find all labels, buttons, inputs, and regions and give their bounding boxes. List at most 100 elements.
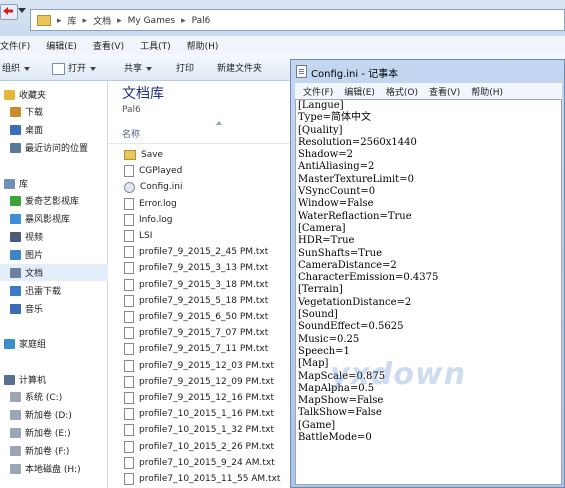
nav-label: 库 — [19, 180, 29, 190]
file-list-item[interactable]: profile7_9_2015_12_16 PM.txt — [124, 390, 274, 406]
nav-favorite-item[interactable]: 最近访问的位置 — [0, 139, 116, 156]
nav-label: 新加卷 (E:) — [25, 429, 71, 439]
file-list-item[interactable]: profile7_10_2015_2_26 PM.txt — [124, 439, 274, 455]
nav-library-item[interactable]: 视频 — [0, 228, 116, 245]
file-list-item[interactable]: profile7_10_2015_1_16 PM.txt — [124, 406, 274, 422]
back-icon[interactable] — [0, 4, 18, 20]
text-file-icon — [124, 262, 134, 275]
nav-label: 暴风影视库 — [25, 215, 71, 225]
nav-homegroup[interactable]: 家庭组 — [0, 335, 110, 352]
nav-library-item[interactable]: 爱奇艺影视库 — [0, 192, 116, 209]
file-name: profile7_10_2015_11_55 AM.txt — [139, 474, 281, 484]
file-list-item[interactable]: profile7_9_2015_6_50 PM.txt — [124, 309, 268, 325]
nav-label: 文档 — [25, 269, 44, 279]
notepad-editor[interactable]: [Langue] Type=简体中文 [Quality] Resolution=256… — [295, 99, 562, 485]
column-header-name[interactable]: 名称 — [122, 127, 140, 140]
text-line: [Map] — [298, 358, 329, 370]
file-list-item[interactable]: Config.ini — [124, 179, 182, 195]
breadcrumb-separator-icon[interactable]: ▸ — [117, 16, 122, 26]
nav-label: 图片 — [25, 251, 44, 261]
nav-label: 下载 — [25, 108, 44, 118]
nav-drive-item[interactable]: 系统 (C:) — [0, 388, 116, 405]
nav-favorite-item[interactable]: 桌面 — [0, 121, 116, 138]
nav-drive-item[interactable]: 本地磁盘 (H:) — [0, 460, 116, 477]
nav-label: 新加卷 (D:) — [25, 411, 72, 421]
nav-library-item[interactable]: 音乐 — [0, 300, 116, 317]
navigation-pane: 收藏夹下载桌面 最近访问的位置库爱奇艺影视库 暴风影视库视频图片文档迅雷下载 音乐家庭… — [0, 81, 116, 488]
address-bar[interactable]: ▸ 库 ▸ 文档 ▸ My Games ▸ Pal6 — [30, 9, 565, 31]
file-list-item[interactable]: profile7_9_2015_7_11 PM.txt — [124, 341, 268, 357]
breadcrumb-separator-icon[interactable]: ▸ — [57, 16, 62, 26]
breadcrumb-item[interactable]: My Games — [128, 16, 175, 26]
file-list-item[interactable]: profile7_9_2015_2_45 PM.txt — [124, 244, 268, 260]
notepad-menu-item[interactable]: 编辑(E) — [344, 85, 375, 98]
file-list-item[interactable]: profile7_9_2015_3_13 PM.txt — [124, 260, 268, 276]
breadcrumb-separator-icon[interactable]: ▸ — [83, 16, 88, 26]
notepad-menu-item[interactable]: 格式(O) — [386, 85, 418, 98]
nav-favorite-item[interactable]: 下载 — [0, 103, 116, 120]
file-list-item[interactable]: Error.log — [124, 196, 177, 212]
nav-favorites[interactable]: 收藏夹 — [0, 86, 110, 103]
notepad-menu-item[interactable]: 文件(F) — [303, 85, 333, 98]
file-name: profile7_9_2015_2_45 PM.txt — [139, 247, 269, 258]
history-dropdown-icon[interactable] — [18, 8, 26, 13]
text-line: [Sound] — [298, 309, 338, 321]
breadcrumb-item[interactable]: 文档 — [93, 14, 111, 27]
text-line: MapScale=0.875 — [298, 370, 386, 382]
organize-button[interactable]: 组织 — [2, 61, 31, 74]
nav-drive-item[interactable]: 新加卷 (F:) — [0, 442, 116, 459]
print-label: 打印 — [176, 64, 195, 74]
sort-up-icon — [216, 121, 222, 125]
nav-drive-item[interactable]: 新加卷 (E:) — [0, 424, 116, 441]
text-file-icon — [124, 359, 134, 372]
nav-libraries[interactable]: 库 — [0, 175, 110, 192]
file-list-item[interactable]: profile7_9_2015_5_18 PM.txt — [124, 293, 268, 309]
text-line: WaterReflaction=True — [298, 210, 412, 222]
section-icon — [4, 178, 15, 189]
nav-library-item[interactable]: 暴风影视库 — [0, 210, 116, 227]
item-icon — [10, 391, 21, 402]
new-folder-button[interactable]: 新建文件夹 — [217, 61, 262, 74]
open-button[interactable]: 打开 — [52, 61, 97, 75]
text-line: BattleMode=0 — [298, 432, 372, 444]
file-list-item[interactable]: profile7_9_2015_7_07 PM.txt — [124, 325, 268, 341]
text-file-icon — [124, 197, 134, 210]
text-line: SunShafts=True — [298, 247, 383, 259]
file-list-item[interactable]: profile7_9_2015_12_03 PM.txt — [124, 358, 274, 374]
nav-library-item[interactable]: 迅雷下载 — [0, 282, 116, 299]
nav-drive-item[interactable]: 新加卷 (D:) — [0, 406, 116, 423]
menu-item[interactable]: 查看(V) — [93, 39, 124, 52]
breadcrumb-item[interactable]: Pal6 — [192, 16, 211, 26]
menu-item[interactable]: 帮助(H) — [187, 39, 219, 52]
breadcrumb-separator-icon[interactable]: ▸ — [181, 16, 186, 26]
breadcrumb-item[interactable]: 库 — [68, 14, 77, 27]
file-name: profile7_9_2015_12_16 PM.txt — [139, 393, 274, 403]
menu-item[interactable]: 工具(T) — [140, 39, 171, 52]
file-list-item[interactable]: Info.log — [124, 212, 172, 228]
nav-library-item[interactable]: 文档 — [0, 264, 116, 281]
share-button[interactable]: 共享 — [124, 61, 153, 74]
organize-label: 组织 — [2, 64, 21, 74]
file-list-item[interactable]: profile7_9_2015_12_09 PM.txt — [124, 374, 274, 390]
text-line: SoundEffect=0.5625 — [298, 321, 404, 333]
folder-icon — [124, 150, 136, 160]
file-list-item[interactable]: profile7_10_2015_1_32 PM.txt — [124, 422, 274, 438]
nav-label: 爱奇艺影视库 — [25, 197, 80, 207]
nav-library-item[interactable]: 图片 — [0, 246, 116, 263]
file-name: profile7_9_2015_3_18 PM.txt — [139, 279, 269, 290]
chevron-down-icon — [90, 66, 97, 71]
notepad-menu-item[interactable]: 帮助(H) — [471, 85, 503, 98]
print-button[interactable]: 打印 — [176, 61, 194, 74]
notepad-menubar: 文件(F) 编辑(E) 格式(O) 查看(V) 帮助(H) — [295, 83, 562, 99]
file-list-item[interactable]: CGPlayed — [124, 163, 182, 179]
text-line: [Terrain] — [298, 284, 343, 296]
file-list-item[interactable]: profile7_10_2015_9_24 AM.txt — [124, 455, 275, 471]
file-list-item[interactable]: Save — [124, 147, 163, 163]
menu-item[interactable]: 文件(F) — [0, 39, 30, 52]
file-list-item[interactable]: profile7_9_2015_3_18 PM.txt — [124, 277, 268, 293]
file-list-item[interactable]: profile7_10_2015_11_55 AM.txt — [124, 471, 280, 487]
nav-computer[interactable]: 计算机 — [0, 371, 110, 388]
file-list-item[interactable]: LSI — [124, 228, 152, 244]
menu-item[interactable]: 编辑(E) — [46, 39, 77, 52]
notepad-menu-item[interactable]: 查看(V) — [429, 85, 460, 98]
